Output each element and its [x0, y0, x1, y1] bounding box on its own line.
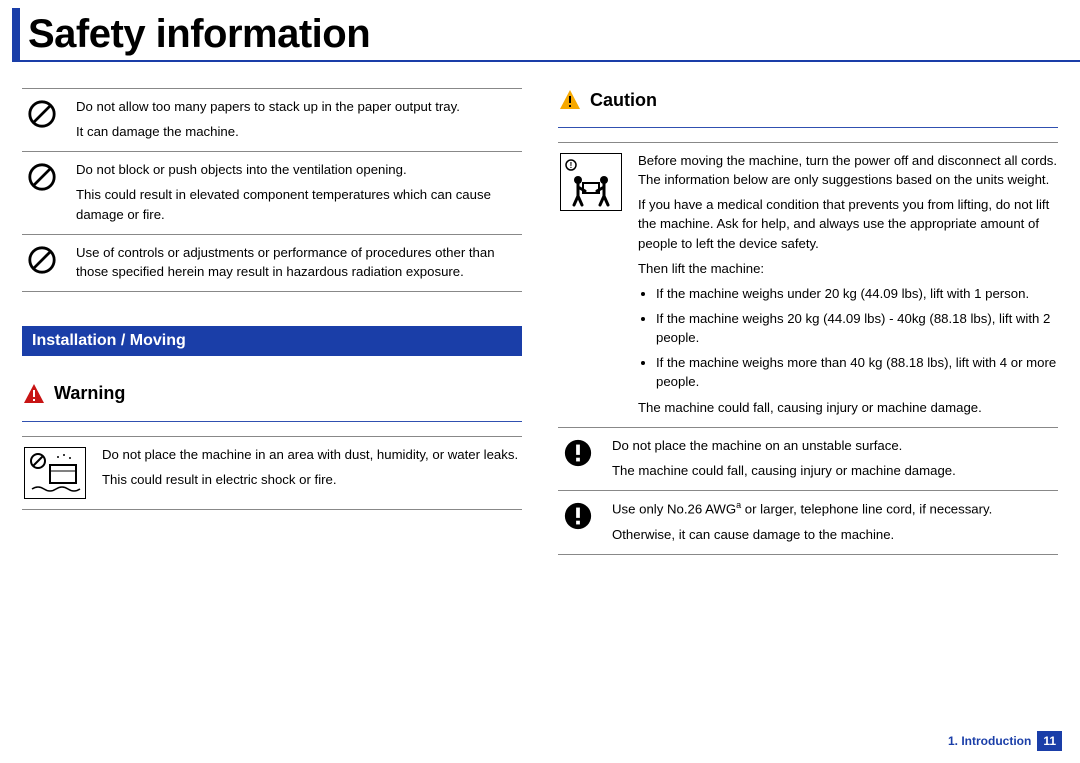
row-text: This could result in electric shock or f… [102, 470, 522, 489]
divider [22, 420, 522, 422]
row-text: This could result in elevated component … [76, 185, 522, 223]
row-text: Do not place the machine on an unstable … [612, 436, 1058, 455]
row-text: Use only No.26 AWGa or larger, telephone… [612, 499, 1058, 519]
list-item: If the machine weighs more than 40 kg (8… [656, 353, 1058, 391]
warning-label: Warning [54, 383, 125, 404]
footer-chapter: 1. Introduction [948, 734, 1031, 748]
row-ventilation: Do not block or push objects into the ve… [22, 152, 522, 234]
caution-header: Caution [558, 88, 1058, 112]
page-number: 11 [1037, 731, 1062, 751]
row-paper-stack: Do not allow too many papers to stack up… [22, 88, 522, 152]
left-column: Do not allow too many papers to stack up… [22, 88, 522, 555]
row-dust-humidity: Do not place the machine in an area with… [22, 436, 522, 510]
warning-icon [22, 382, 46, 406]
prohibit-icon [22, 160, 62, 223]
svg-text:!: ! [570, 161, 573, 170]
mandatory-icon [558, 499, 598, 544]
prohibit-icon [22, 97, 62, 141]
title-bar: Safety information [12, 0, 1080, 62]
page-footer: 1. Introduction 11 [948, 731, 1062, 751]
page-title: Safety information [28, 14, 370, 60]
divider [558, 126, 1058, 128]
row-radiation: Use of controls or adjustments or perfor… [22, 235, 522, 292]
water-hazard-icon [22, 445, 88, 499]
row-text: Otherwise, it can cause damage to the ma… [612, 525, 1058, 544]
lift-list: If the machine weighs under 20 kg (44.09… [656, 284, 1058, 392]
title-accent [12, 8, 20, 60]
row-unstable-surface: Do not place the machine on an unstable … [558, 428, 1058, 491]
caution-icon [558, 88, 582, 112]
list-item: If the machine weighs 20 kg (44.09 lbs) … [656, 309, 1058, 347]
row-text: Do not place the machine in an area with… [102, 445, 522, 464]
list-item: If the machine weighs under 20 kg (44.09… [656, 284, 1058, 303]
row-text: Then lift the machine: [638, 259, 1058, 278]
row-text: The machine could fall, causing injury o… [638, 398, 1058, 417]
two-person-lift-icon: ! [558, 151, 624, 417]
row-text: Before moving the machine, turn the powe… [638, 151, 1058, 189]
mandatory-icon [558, 436, 598, 480]
row-phone-cord: Use only No.26 AWGa or larger, telephone… [558, 491, 1058, 555]
right-column: Caution ! Before moving the machine, tur… [558, 88, 1058, 555]
row-text: It can damage the machine. [76, 122, 522, 141]
section-header: Installation / Moving [22, 326, 522, 356]
prohibit-icon [22, 243, 62, 281]
row-text: The machine could fall, causing injury o… [612, 461, 1058, 480]
row-text: Do not allow too many papers to stack up… [76, 97, 522, 116]
row-text: If you have a medical condition that pre… [638, 195, 1058, 252]
caution-label: Caution [590, 90, 657, 111]
row-text: Use of controls or adjustments or perfor… [76, 243, 522, 281]
row-lifting: ! Before moving the machine, turn the po… [558, 142, 1058, 428]
warning-header: Warning [22, 382, 522, 406]
row-text: Do not block or push objects into the ve… [76, 160, 522, 179]
